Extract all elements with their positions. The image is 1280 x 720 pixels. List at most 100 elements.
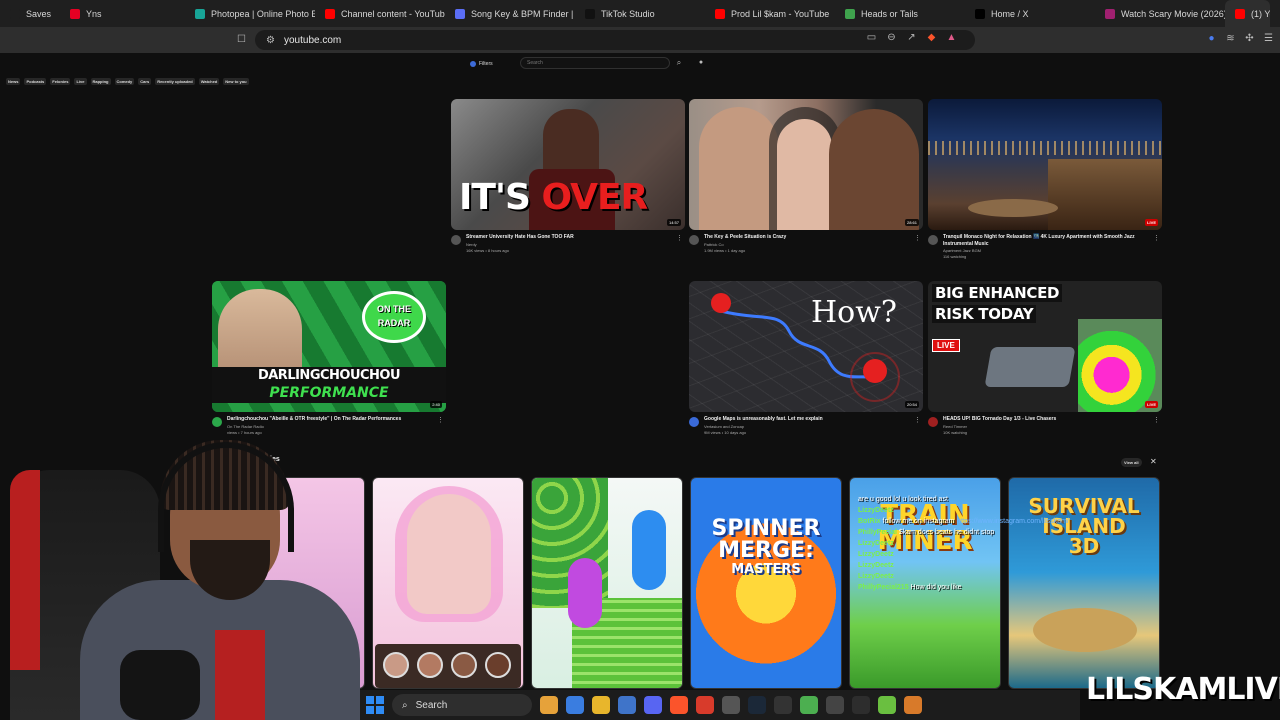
game-title: SPINNER MERGE: MASTERS: [711, 516, 821, 578]
video-title[interactable]: Tranquil Monaco Night for Relaxation 🌃 4…: [943, 234, 1148, 248]
chat-message: LizzyDeetz: [858, 571, 1158, 582]
browser-tab[interactable]: Song Key & BPM Finder | Tu: [445, 0, 575, 27]
browser-tab[interactable]: Yns: [60, 0, 185, 27]
more-options-icon[interactable]: ⋮: [1153, 416, 1160, 424]
browser-tab[interactable]: Channel content - YouTube: [315, 0, 445, 27]
extension-icon[interactable]: ●: [1206, 33, 1217, 44]
video-thumbnail[interactable]: ON THE RADAR DARLINGCHOUCHOU PERFORMANCE…: [212, 281, 446, 412]
more-options-icon[interactable]: ⋮: [437, 416, 444, 424]
video-title[interactable]: Streamer University Hate Has Gone TOO FA…: [466, 234, 671, 241]
browser-tab[interactable]: Photopea | Online Photo Ed: [185, 0, 315, 27]
browser-tab[interactable]: (1) Yo: [1225, 0, 1270, 27]
filters-button[interactable]: Filters: [466, 58, 497, 69]
browser-tab[interactable]: Saves: [0, 0, 60, 27]
steam-icon[interactable]: [748, 696, 766, 714]
avatar[interactable]: [451, 235, 461, 245]
filter-chip[interactable]: Live: [74, 78, 87, 85]
game-card[interactable]: SPINNER MERGE: MASTERS: [690, 477, 842, 689]
obs-icon[interactable]: [722, 696, 740, 714]
browser-tab[interactable]: Home / X: [965, 0, 1095, 27]
filter-chip[interactable]: Watched: [198, 78, 220, 85]
video-title[interactable]: HEADS UP! BIG Tornado Day 1/3 - Live Cha…: [943, 416, 1148, 423]
brave-beta-icon[interactable]: [696, 696, 714, 714]
channel-name[interactable]: Pattrick Co: [704, 242, 724, 247]
browser-tab[interactable]: Watch Scary Movie (2026) F: [1095, 0, 1225, 27]
copilot-icon[interactable]: [566, 696, 584, 714]
discord-icon[interactable]: [644, 696, 662, 714]
search-input[interactable]: Search: [520, 57, 670, 69]
avatar[interactable]: [928, 235, 938, 245]
video-card[interactable]: BIG ENHANCED RISK TODAY LIVE LIVE HEADS U…: [928, 281, 1162, 446]
brave-rewards-icon[interactable]: ▲: [946, 32, 957, 43]
channel-name[interactable]: Vertasium and Zoncap: [704, 424, 744, 429]
avatar[interactable]: [212, 417, 222, 427]
app-icon[interactable]: [852, 696, 870, 714]
filter-chip[interactable]: Felonies: [50, 78, 71, 85]
channel-name[interactable]: Apartment Jazz BGM: [943, 248, 981, 253]
video-title[interactable]: The Key & Peele Situation is Crazy: [704, 234, 909, 241]
filter-chip[interactable]: New to you: [223, 78, 249, 85]
audio-icon[interactable]: ≋: [1225, 33, 1236, 44]
start-icon[interactable]: [366, 696, 384, 714]
share-icon[interactable]: ↗: [906, 32, 917, 43]
video-thumbnail[interactable]: 28:61: [689, 99, 923, 230]
taskbar-search[interactable]: ⌕ Search: [392, 694, 532, 716]
more-options-icon[interactable]: ⋮: [914, 234, 921, 242]
video-card[interactable]: 28:61 The Key & Peele Situation is Crazy…: [689, 99, 923, 264]
app-icon[interactable]: [878, 696, 896, 714]
video-card[interactable]: ON THE RADAR DARLINGCHOUCHOU PERFORMANCE…: [212, 281, 446, 446]
avatar[interactable]: [689, 235, 699, 245]
zoom-icon[interactable]: ⊖: [886, 32, 897, 43]
video-card[interactable]: LIVE Tranquil Monaco Night for Relaxatio…: [928, 99, 1162, 264]
widget-icon[interactable]: [540, 696, 558, 714]
view-all-button[interactable]: View all: [1121, 458, 1142, 467]
close-icon[interactable]: ✕: [1150, 457, 1157, 466]
tab-label: TikTok Studio: [601, 8, 655, 19]
video-title[interactable]: Google Maps is unreasonably fast. Let me…: [704, 416, 909, 423]
store-icon[interactable]: [618, 696, 636, 714]
video-card[interactable]: How? 20:54 Google Maps is unreasonably f…: [689, 281, 923, 446]
video-thumbnail[interactable]: BIG ENHANCED RISK TODAY LIVE LIVE: [928, 281, 1162, 412]
app-icon[interactable]: [774, 696, 792, 714]
tab-label: Song Key & BPM Finder | Tu: [471, 8, 575, 19]
app-icon[interactable]: [904, 696, 922, 714]
filter-chip[interactable]: Rapping: [90, 78, 111, 85]
avatar[interactable]: [689, 417, 699, 427]
channel-name[interactable]: On The Radar Radio: [227, 424, 264, 429]
browser-tab[interactable]: Prod Lil $kam - YouTube: [705, 0, 835, 27]
video-thumbnail[interactable]: How? 20:54: [689, 281, 923, 412]
channel-name[interactable]: Nerdy: [466, 242, 477, 247]
avatar[interactable]: [928, 417, 938, 427]
cast-icon[interactable]: ▭: [866, 32, 877, 43]
filter-chip[interactable]: Podcasts: [24, 78, 47, 85]
filter-chip[interactable]: News: [6, 78, 21, 85]
search-icon[interactable]: ⌕: [672, 57, 686, 69]
filter-chip[interactable]: Cars: [138, 78, 152, 85]
browser-tab[interactable]: Heads or Tails: [835, 0, 965, 27]
filter-chip[interactable]: Comedy: [114, 78, 135, 85]
video-thumbnail[interactable]: LIVE: [928, 99, 1162, 230]
more-options-icon[interactable]: ⋮: [914, 416, 921, 424]
video-thumbnail[interactable]: IT'S OVER 14:57: [451, 99, 685, 230]
bookmark-icon[interactable]: ☐: [236, 34, 247, 45]
filter-chip[interactable]: Recently uploaded: [155, 78, 195, 85]
video-title[interactable]: Darlingchouchou "Abeille & OTR freestyle…: [227, 416, 432, 423]
chat-link[interactable]: https://www.instagram.com/lilsskam/: [956, 518, 1068, 525]
file-explorer-icon[interactable]: [592, 696, 610, 714]
puzzle-icon[interactable]: ✣: [1244, 33, 1255, 44]
game-card[interactable]: [531, 477, 683, 689]
site-info-icon[interactable]: ⚙: [265, 35, 276, 46]
more-options-icon[interactable]: ⋮: [1153, 234, 1160, 242]
browser-tab[interactable]: TikTok Studio: [575, 0, 705, 27]
brave-shield-icon[interactable]: ◆: [926, 32, 937, 43]
brave-icon[interactable]: [670, 696, 688, 714]
game-card[interactable]: [372, 477, 524, 689]
chat-text: are u good lol u look tired ast: [858, 496, 948, 503]
video-card[interactable]: IT'S OVER 14:57 Streamer University Hate…: [451, 99, 685, 264]
channel-name[interactable]: Reed Timmer: [943, 424, 967, 429]
mic-icon[interactable]: ●: [695, 57, 707, 69]
profile-icon[interactable]: ☰: [1263, 33, 1274, 44]
app-icon[interactable]: [800, 696, 818, 714]
app-icon[interactable]: [826, 696, 844, 714]
more-options-icon[interactable]: ⋮: [676, 234, 683, 242]
